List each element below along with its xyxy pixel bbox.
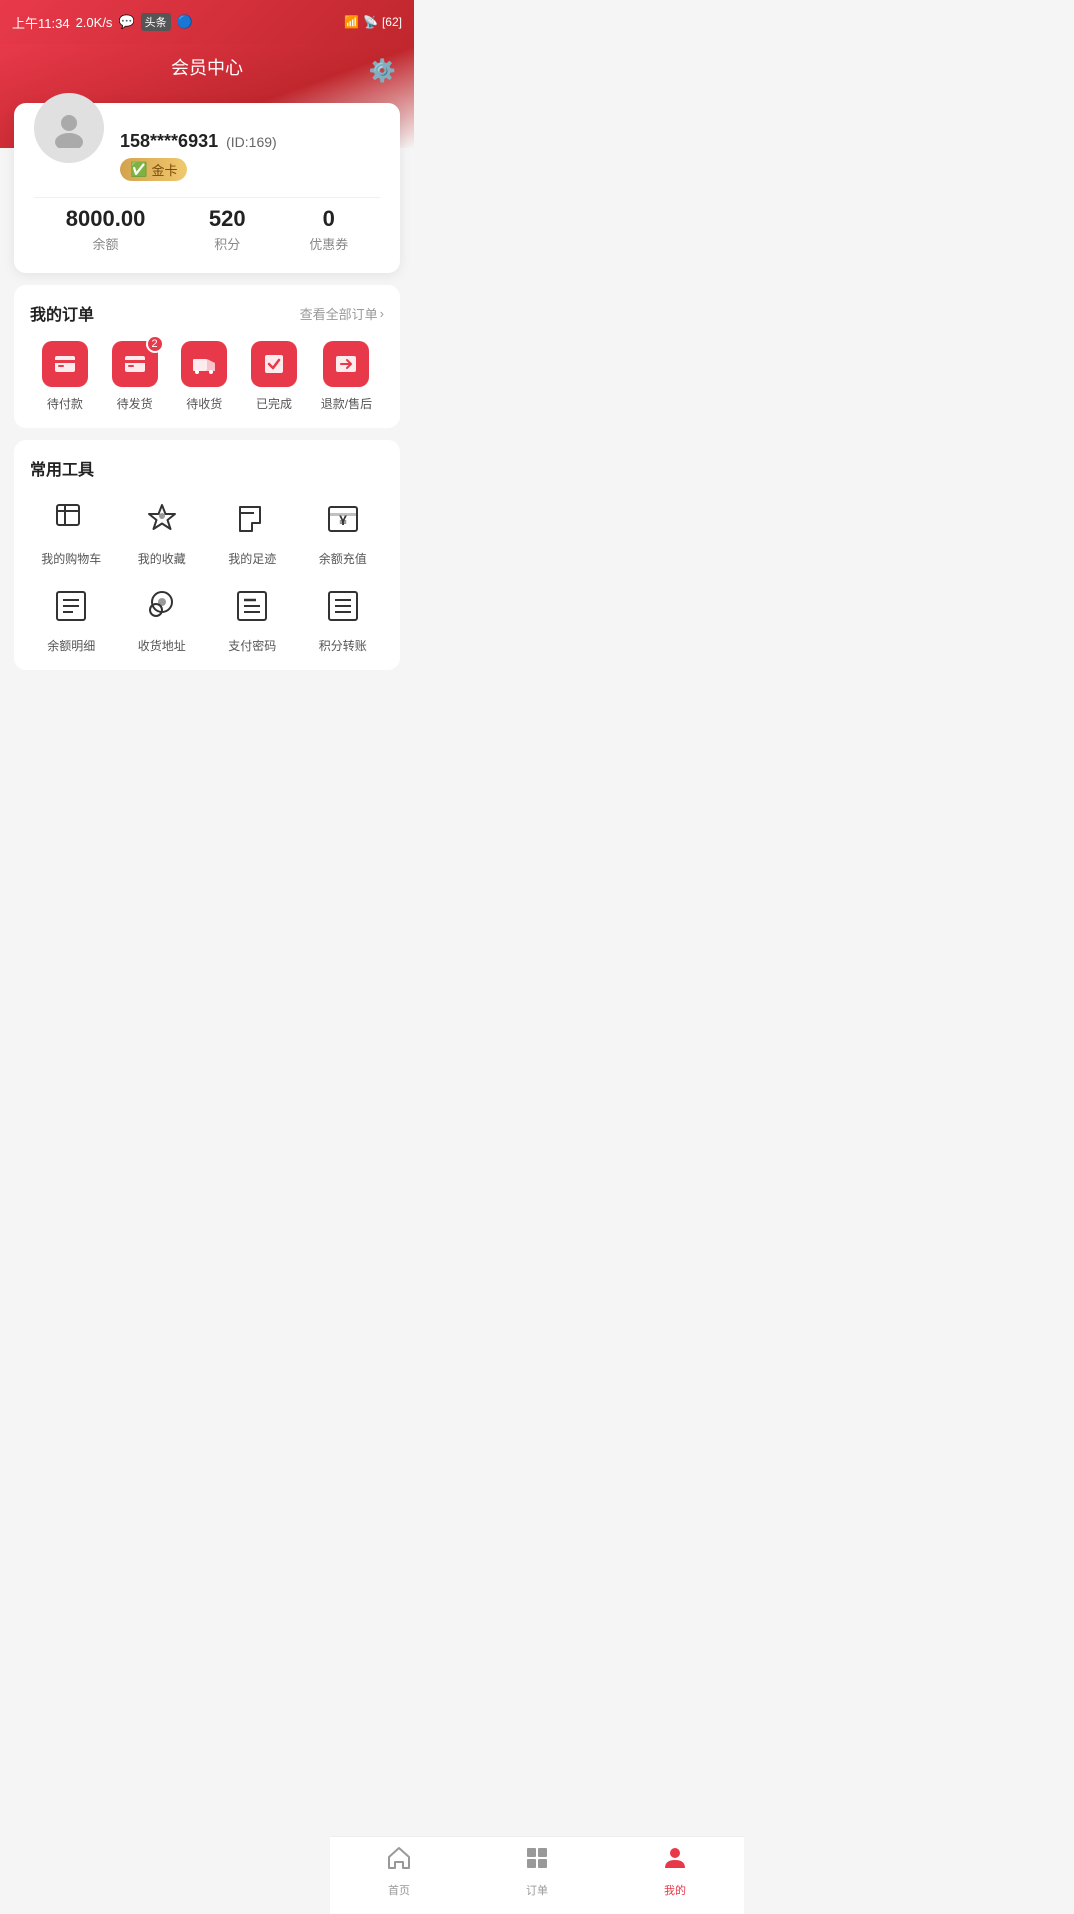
- battery-icon: [62]: [382, 15, 402, 29]
- tool-favorites[interactable]: 我的收藏: [121, 496, 204, 567]
- tool-shopping-cart[interactable]: 我的购物车: [30, 496, 113, 567]
- network-speed: 2.0K/s: [76, 15, 113, 30]
- settings-button[interactable]: ⚙️: [369, 58, 396, 84]
- avatar[interactable]: [34, 93, 104, 163]
- view-all-orders[interactable]: 查看全部订单 ›: [300, 304, 384, 323]
- coupons-label: 优惠券: [309, 234, 348, 253]
- wifi-icon: 📡: [363, 15, 378, 29]
- status-bar: 上午11:34 2.0K/s 💬 头条 🔵 📶 📡 [62]: [0, 0, 414, 44]
- tools-grid: 我的购物车 我的收藏 我的足迹: [30, 496, 384, 654]
- order-pending-payment-label: 待付款: [47, 395, 83, 412]
- tool-pay-password-label: 支付密码: [228, 637, 276, 654]
- bottom-nav: 首页 订单 我的: [330, 1836, 744, 1914]
- points-value: 520: [209, 206, 246, 232]
- order-pending-receive-label: 待收货: [186, 395, 222, 412]
- order-pending-ship-label: 待发货: [117, 395, 153, 412]
- order-refund-label: 退款/售后: [321, 395, 372, 412]
- coupons-stat[interactable]: 0 优惠券: [309, 206, 348, 253]
- app-icon-1: 头条: [141, 13, 171, 31]
- points-label: 积分: [209, 234, 246, 253]
- order-pending-payment[interactable]: 待付款: [42, 341, 88, 412]
- tool-pay-password[interactable]: 支付密码: [211, 583, 294, 654]
- page-title: 会员中心: [20, 54, 394, 80]
- user-id: (ID:169): [226, 134, 277, 150]
- order-completed[interactable]: 已完成: [251, 341, 297, 412]
- nav-mine-label: 我的: [664, 1882, 686, 1898]
- orders-section: 我的订单 查看全部订单 › 待付款: [14, 285, 400, 428]
- member-badge: ✅ 金卡: [120, 158, 187, 181]
- nav-home-label: 首页: [388, 1882, 410, 1898]
- pending-ship-badge: 2: [146, 335, 164, 353]
- tool-footprint-label: 我的足迹: [228, 550, 276, 567]
- order-pending-ship[interactable]: 2 待发货: [112, 341, 158, 412]
- tool-shopping-cart-label: 我的购物车: [41, 550, 101, 567]
- tool-footprint[interactable]: 我的足迹: [211, 496, 294, 567]
- user-phone: 158****6931: [120, 131, 218, 152]
- app-icon-2: 🔵: [177, 14, 193, 30]
- tool-points-transfer-label: 积分转账: [319, 637, 367, 654]
- orders-title: 我的订单: [30, 301, 94, 325]
- tool-recharge-label: 余额充值: [319, 550, 367, 567]
- nav-mine[interactable]: 我的: [645, 1845, 705, 1898]
- coupons-value: 0: [309, 206, 348, 232]
- tools-title: 常用工具: [30, 456, 94, 480]
- tools-section: 常用工具 我的购物车: [14, 440, 400, 670]
- order-refund[interactable]: 退款/售后: [321, 341, 372, 412]
- tool-points-transfer[interactable]: 积分转账: [302, 583, 385, 654]
- points-stat[interactable]: 520 积分: [209, 206, 246, 253]
- time: 上午11:34: [12, 13, 70, 32]
- tool-address[interactable]: 收货地址: [121, 583, 204, 654]
- tool-address-label: 收货地址: [138, 637, 186, 654]
- wechat-icon: 💬: [118, 14, 134, 30]
- tool-recharge[interactable]: ¥ 余额充值: [302, 496, 385, 567]
- nav-home[interactable]: 首页: [369, 1845, 429, 1898]
- orders-icons-row: 待付款 2 待发货: [30, 341, 384, 412]
- tool-favorites-label: 我的收藏: [138, 550, 186, 567]
- signal-icon: 📶: [344, 15, 359, 29]
- nav-orders[interactable]: 订单: [507, 1845, 567, 1898]
- balance-value: 8000.00: [66, 206, 146, 232]
- tool-balance-detail-label: 余额明细: [47, 637, 95, 654]
- tool-balance-detail[interactable]: 余额明细: [30, 583, 113, 654]
- balance-stat[interactable]: 8000.00 余额: [66, 206, 146, 253]
- balance-label: 余额: [66, 234, 146, 253]
- profile-card: 158****6931 (ID:169) ✅ 金卡 8000.00 余额 520…: [14, 103, 400, 273]
- nav-orders-label: 订单: [526, 1882, 548, 1898]
- stats-row: 8000.00 余额 520 积分 0 优惠券: [34, 197, 380, 253]
- order-completed-label: 已完成: [256, 395, 292, 412]
- order-pending-receive[interactable]: 待收货: [181, 341, 227, 412]
